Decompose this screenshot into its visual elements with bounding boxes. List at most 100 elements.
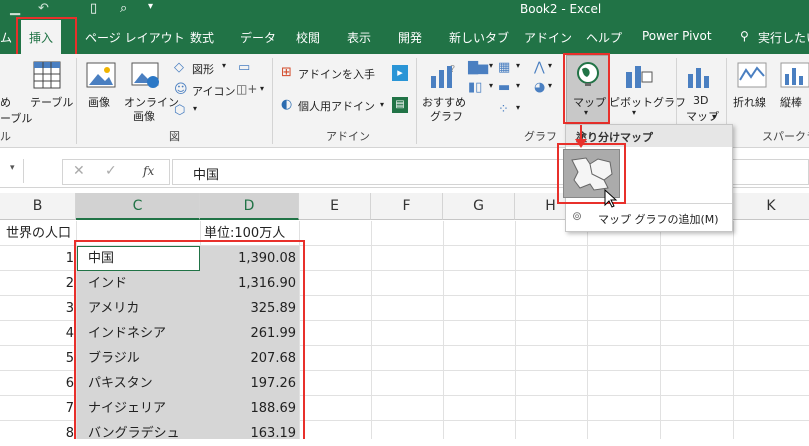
pie-chart-icon[interactable]: ◕ (534, 80, 545, 95)
print-preview-icon[interactable]: ⌕ (120, 1, 127, 16)
tab-power-pivot[interactable]: Power Pivot (642, 29, 712, 43)
rank-cell[interactable]: 4 (0, 321, 74, 346)
chevron-down-icon[interactable]: ▾ (516, 61, 520, 70)
table-partial-label[interactable]: め (0, 94, 11, 110)
shapes-icon[interactable]: ◇ (174, 60, 184, 75)
pivotchart-icon[interactable] (624, 62, 654, 90)
chevron-down-icon[interactable]: ▾ (632, 108, 636, 117)
online-picture-label-2: 画像 (133, 110, 155, 123)
chevron-down-icon[interactable]: ▾ (516, 103, 520, 112)
more-map-charts-item[interactable]: マップ グラフの追加(M) (598, 211, 719, 227)
rank-cell[interactable]: 5 (0, 346, 74, 371)
3d-model-icon[interactable]: ⬡ (174, 103, 185, 118)
table-button[interactable]: テーブル (30, 94, 73, 110)
search-icon[interactable]: ⚲ (740, 29, 749, 43)
table-icon[interactable] (32, 60, 62, 90)
mouse-cursor-icon (604, 189, 618, 208)
icons-button[interactable]: アイコン (192, 83, 235, 99)
tab-developer[interactable]: 開発 (398, 29, 422, 46)
grid-col-line (733, 221, 734, 439)
formula-buttons: ✕ ✓ fx (62, 159, 170, 185)
sparkline-column-icon[interactable] (780, 62, 809, 88)
column-header-b[interactable]: B (0, 193, 76, 220)
chevron-down-icon[interactable]: ▾ (516, 81, 520, 90)
rank-cell[interactable]: 8 (0, 421, 74, 446)
separator (272, 58, 273, 144)
sparkline-line-button[interactable]: 折れ線 (733, 94, 766, 110)
cancel-icon[interactable]: ✕ (73, 163, 85, 179)
undo-icon[interactable]: ↶ (38, 1, 49, 16)
group-charts-label: グラフ (524, 130, 557, 143)
tab-addins[interactable]: アドイン (524, 29, 572, 46)
pivotchart-button[interactable]: ピボットグラフ (609, 94, 686, 110)
3d-map-icon[interactable] (685, 62, 715, 90)
line-chart-icon[interactable]: ⋀ (534, 60, 545, 75)
recommended-charts-label-2: グラフ (430, 110, 463, 123)
grid-col-line (371, 221, 372, 439)
tab-view[interactable]: 表示 (347, 29, 371, 46)
statistic-chart-icon[interactable]: ▮▯ (468, 80, 482, 95)
waterfall-chart-icon[interactable]: ▬ (498, 80, 510, 95)
chevron-down-icon[interactable]: ▾ (489, 81, 493, 90)
quick-access-partial-icon[interactable]: ▁ (10, 1, 20, 16)
scatter-chart-icon[interactable]: ⁘ (498, 102, 509, 117)
3d-map-button[interactable]: 3D (693, 94, 708, 107)
sheet-title-cell[interactable]: 世界の人口 (6, 221, 71, 246)
new-file-icon[interactable]: ▯ (90, 1, 97, 16)
get-addins-button[interactable]: アドインを入手 (298, 66, 375, 82)
column-header-d[interactable]: D (200, 193, 299, 220)
chevron-down-icon[interactable]: ▾ (548, 61, 552, 70)
table-partial-label-2[interactable]: ーブル (0, 110, 32, 126)
enter-icon[interactable]: ✓ (105, 163, 117, 179)
column-header-f[interactable]: F (371, 193, 443, 220)
chevron-down-icon[interactable]: ▾ (222, 61, 226, 70)
insert-function-icon[interactable]: fx (143, 164, 154, 178)
chevron-down-icon[interactable]: ▾ (260, 84, 264, 93)
tab-page-layout[interactable]: ページ レイアウト (85, 29, 185, 46)
rank-cell[interactable]: 6 (0, 371, 74, 396)
my-addins-button[interactable]: 個人用アドイン (298, 98, 375, 114)
shapes-button[interactable]: 図形 (192, 61, 214, 77)
name-box[interactable]: ▾ (0, 159, 24, 183)
smartart-icon[interactable]: ▭ (238, 60, 250, 75)
picture-icon[interactable] (86, 62, 116, 90)
people-graph-icon[interactable]: ▤ (392, 97, 408, 113)
column-header-k[interactable]: K (733, 193, 809, 220)
chevron-down-icon[interactable]: ▾ (548, 81, 552, 90)
bing-maps-icon[interactable]: ▸ (392, 65, 408, 81)
rank-cell[interactable]: 2 (0, 271, 74, 296)
tab-new[interactable]: 新しいタブ (449, 29, 509, 46)
chevron-down-icon[interactable]: ▾ (380, 100, 384, 109)
customize-qat-icon[interactable]: ▾ (148, 1, 153, 12)
ribbon-tabs: ム 挿入 ページ レイアウト 数式 データ 校閲 表示 開発 新しいタブ アドイ… (0, 20, 809, 54)
tab-home-partial[interactable]: ム (0, 29, 12, 46)
screenshot-icon[interactable]: ◫+ (236, 82, 257, 96)
column-header-c[interactable]: C (76, 193, 200, 220)
picture-button[interactable]: 画像 (88, 94, 110, 110)
online-picture-icon[interactable] (131, 62, 163, 90)
rank-cell[interactable]: 1 (0, 246, 74, 271)
tab-help[interactable]: ヘルプ (586, 29, 622, 46)
chevron-down-icon[interactable]: ▾ (712, 112, 716, 121)
highlight-insert-tab (16, 17, 77, 56)
chevron-down-icon[interactable]: ▾ (193, 104, 197, 113)
hierarchy-chart-icon[interactable]: ▦ (498, 60, 510, 75)
my-addins-icon[interactable]: ◐ (281, 97, 292, 112)
icons-icon[interactable]: ☺ (174, 82, 188, 97)
recommended-charts-icon[interactable]: ? (428, 62, 458, 90)
column-header-e[interactable]: E (299, 193, 371, 220)
tab-data[interactable]: データ (240, 29, 276, 46)
chevron-down-icon[interactable]: ▾ (10, 163, 15, 173)
tab-review[interactable]: 校閲 (296, 29, 320, 46)
group-table-label: ル (0, 130, 11, 143)
store-icon[interactable]: ⊞ (281, 65, 292, 80)
sparkline-line-icon[interactable] (737, 62, 767, 88)
column-header-g[interactable]: G (443, 193, 515, 220)
rank-cell[interactable]: 7 (0, 396, 74, 421)
column-chart-icon[interactable]: ▇▅ (468, 60, 488, 75)
tab-formulas[interactable]: 数式 (190, 29, 214, 46)
sparkline-column-button[interactable]: 縦棒 (780, 94, 802, 110)
tell-me-input[interactable]: 実行したい (758, 29, 809, 46)
rank-cell[interactable]: 3 (0, 296, 74, 321)
chevron-down-icon[interactable]: ▾ (489, 61, 493, 70)
